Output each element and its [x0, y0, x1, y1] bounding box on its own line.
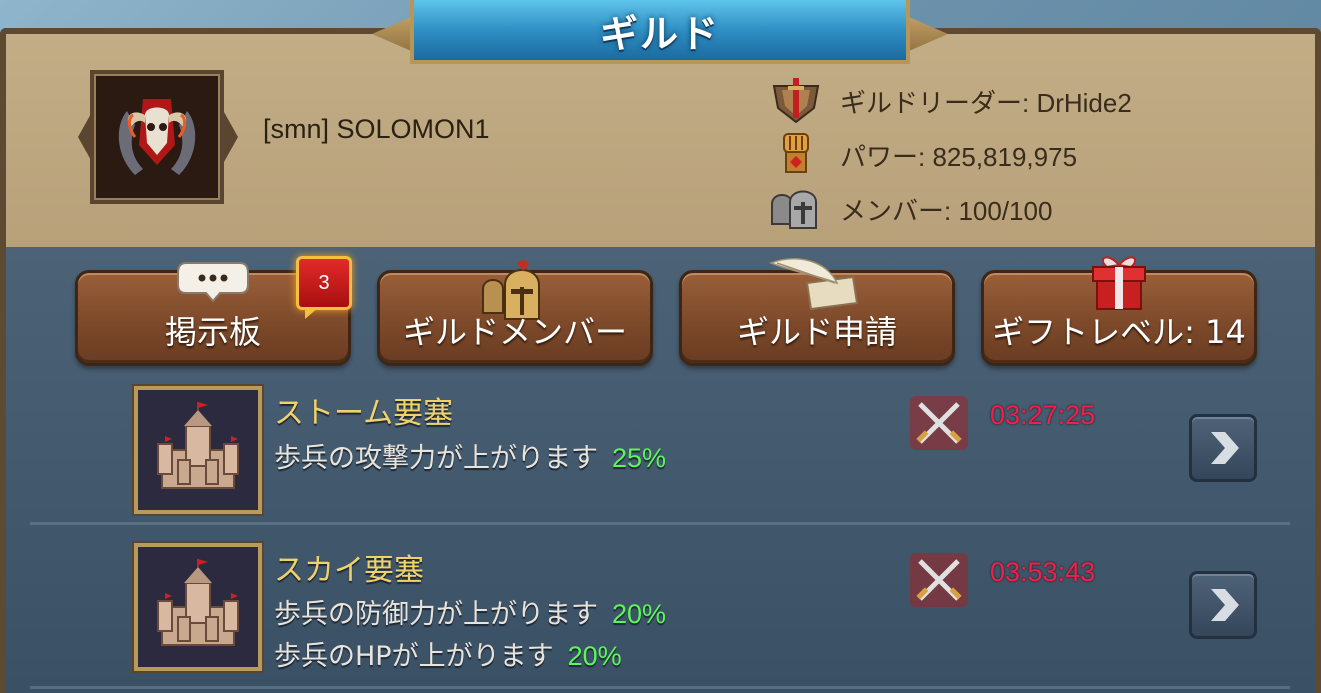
- helmets-icon: [766, 184, 826, 234]
- fortress-buff: 歩兵の攻撃力が上がります 25%: [274, 436, 666, 475]
- shield-sword-icon: [766, 76, 826, 126]
- guild-members-text: メンバー: 100/100: [840, 195, 1053, 226]
- fortress-name: ストーム要塞: [274, 396, 454, 431]
- fortress-buff: 歩兵の防御力が上がります 20%: [274, 592, 666, 631]
- speech-bubble-icon: [176, 259, 250, 307]
- fortress-timer: 03:53:43: [990, 557, 1096, 587]
- chevron-right-button[interactable]: [1189, 414, 1257, 482]
- guild-name: [smn] SOLOMON1: [263, 114, 490, 144]
- notification-count: 3: [318, 271, 330, 294]
- storm-fortress-castle-icon[interactable]: [134, 386, 262, 514]
- chevron-right-icon: [1211, 432, 1239, 464]
- fortress-buff: 歩兵のHPが上がります 20%: [274, 634, 622, 673]
- sky-fortress-castle-icon[interactable]: [134, 543, 262, 671]
- guild-members-label: ギルドメンバー: [402, 313, 627, 351]
- fist-icon: [766, 130, 826, 180]
- buff-text: 歩兵のHPが上がります: [274, 641, 554, 672]
- buff-percent: 20%: [567, 641, 622, 671]
- row-divider: [30, 686, 1290, 689]
- buff-percent: 25%: [612, 443, 667, 473]
- buff-percent: 20%: [612, 599, 667, 629]
- buff-text: 歩兵の攻撃力が上がります: [274, 443, 598, 474]
- chevron-right-icon: [1211, 589, 1239, 621]
- guild-application-button[interactable]: ギルド申請: [679, 258, 955, 366]
- crossed-swords-icon: [908, 551, 970, 609]
- notification-badge: 3: [296, 256, 352, 319]
- guild-power-row: パワー: 825,819,975: [766, 130, 1077, 180]
- title-banner: ギルド: [372, 0, 948, 68]
- guild-leader-row: ギルドリーダー: DrHide2: [766, 76, 1132, 126]
- page-title: ギルド: [599, 11, 720, 56]
- fortress-name: スカイ要塞: [274, 553, 424, 588]
- guild-members-button[interactable]: ギルドメンバー: [377, 260, 653, 366]
- title-plate: ギルド: [410, 0, 910, 64]
- crossed-swords-icon: [908, 394, 970, 452]
- gift-level-button[interactable]: ギフトレベル: 14: [981, 256, 1257, 366]
- chevron-right-button[interactable]: [1189, 571, 1257, 639]
- buff-text: 歩兵の防御力が上がります: [274, 599, 598, 630]
- row-divider: [30, 522, 1290, 525]
- fortress-timer: 03:27:25: [990, 400, 1096, 430]
- guild-application-label: ギルド申請: [736, 313, 897, 351]
- guild-leader-text: ギルドリーダー: DrHide2: [840, 87, 1132, 118]
- guild-members-row: メンバー: 100/100: [766, 184, 1052, 234]
- gift-level-label: ギフトレベル: 14: [992, 313, 1246, 351]
- ram-skull-emblem-icon[interactable]: [90, 70, 224, 204]
- guild-power-text: パワー: 825,819,975: [840, 141, 1078, 172]
